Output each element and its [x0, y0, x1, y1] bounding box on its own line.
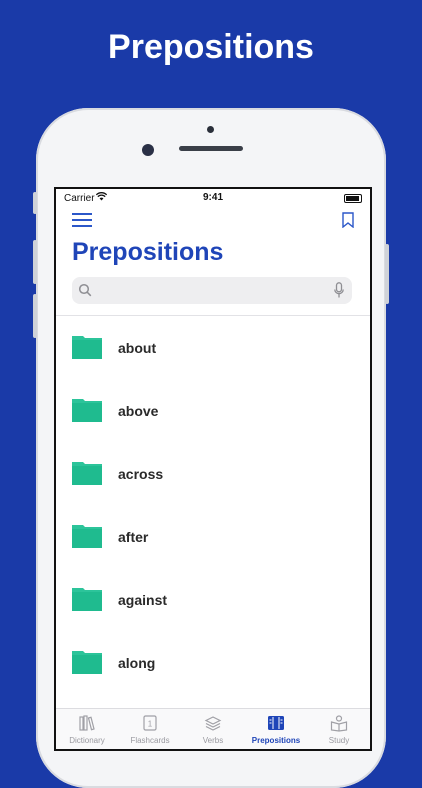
tab-label: Verbs	[202, 736, 224, 745]
prepositions-list: about above across after against along	[56, 316, 370, 694]
clock: 9:41	[202, 192, 223, 203]
list-item[interactable]: along	[56, 631, 370, 694]
svg-text:1: 1	[148, 720, 153, 729]
list-item[interactable]: after	[56, 505, 370, 568]
tab-verbs[interactable]: Verbs	[182, 709, 244, 749]
tab-bar: Dictionary 1 Flashcards Verbs Prepositio…	[56, 708, 370, 749]
earpiece-speaker	[179, 146, 243, 151]
folder-icon	[72, 460, 102, 490]
mute-switch	[33, 192, 37, 214]
menu-button[interactable]	[72, 213, 92, 227]
flashcards-icon: 1	[141, 714, 159, 737]
microphone-icon[interactable]	[334, 282, 344, 304]
hamburger-icon-line	[72, 225, 92, 227]
list-item-label: along	[118, 655, 156, 671]
stack-icon	[204, 714, 222, 737]
phone-frame: Carrier 9:41 Prepositions about above ac…	[33, 108, 389, 788]
tab-dictionary[interactable]: Dictionary	[56, 709, 118, 749]
bookmark-button[interactable]	[342, 212, 354, 229]
tab-label: Study	[328, 736, 350, 745]
search-icon	[78, 283, 92, 302]
list-item[interactable]: about	[56, 316, 370, 379]
tab-flashcards[interactable]: 1 Flashcards	[119, 709, 181, 749]
list-item[interactable]: above	[56, 379, 370, 442]
battery-icon	[344, 194, 362, 203]
volume-up-button	[33, 240, 37, 284]
tab-label: Flashcards	[130, 736, 170, 745]
search-input[interactable]	[98, 277, 322, 306]
page-title: Prepositions	[72, 238, 224, 266]
folder-icon	[72, 649, 102, 679]
list-item-label: against	[118, 592, 168, 608]
books-icon	[78, 714, 96, 737]
tab-label: Prepositions	[251, 736, 301, 745]
tab-label: Dictionary	[69, 736, 105, 745]
list-item-label: after	[118, 529, 149, 545]
folder-icon	[72, 586, 102, 616]
bookmark-icon	[342, 212, 354, 229]
study-icon	[330, 714, 348, 737]
list-item-label: above	[118, 403, 159, 419]
folder-icon	[72, 334, 102, 364]
proximity-sensor	[207, 126, 214, 133]
hamburger-icon-line	[72, 219, 92, 221]
list-item-label: about	[118, 340, 157, 356]
status-bar: Carrier 9:41	[56, 189, 370, 207]
list-item[interactable]: across	[56, 442, 370, 505]
tab-prepositions[interactable]: Prepositions	[245, 709, 307, 749]
promo-headline: Prepositions	[108, 28, 314, 66]
front-camera	[142, 144, 154, 156]
list-item[interactable]: against	[56, 568, 370, 631]
power-button	[385, 244, 389, 304]
tab-study[interactable]: Study	[308, 709, 370, 749]
app-screen: Carrier 9:41 Prepositions about above ac…	[54, 187, 372, 751]
volume-down-button	[33, 294, 37, 338]
list-item-label: across	[118, 466, 164, 482]
prepositions-icon	[267, 714, 285, 737]
hamburger-icon-line	[72, 213, 92, 215]
search-bar[interactable]	[72, 277, 352, 306]
folder-icon	[72, 523, 102, 553]
folder-icon	[72, 397, 102, 427]
